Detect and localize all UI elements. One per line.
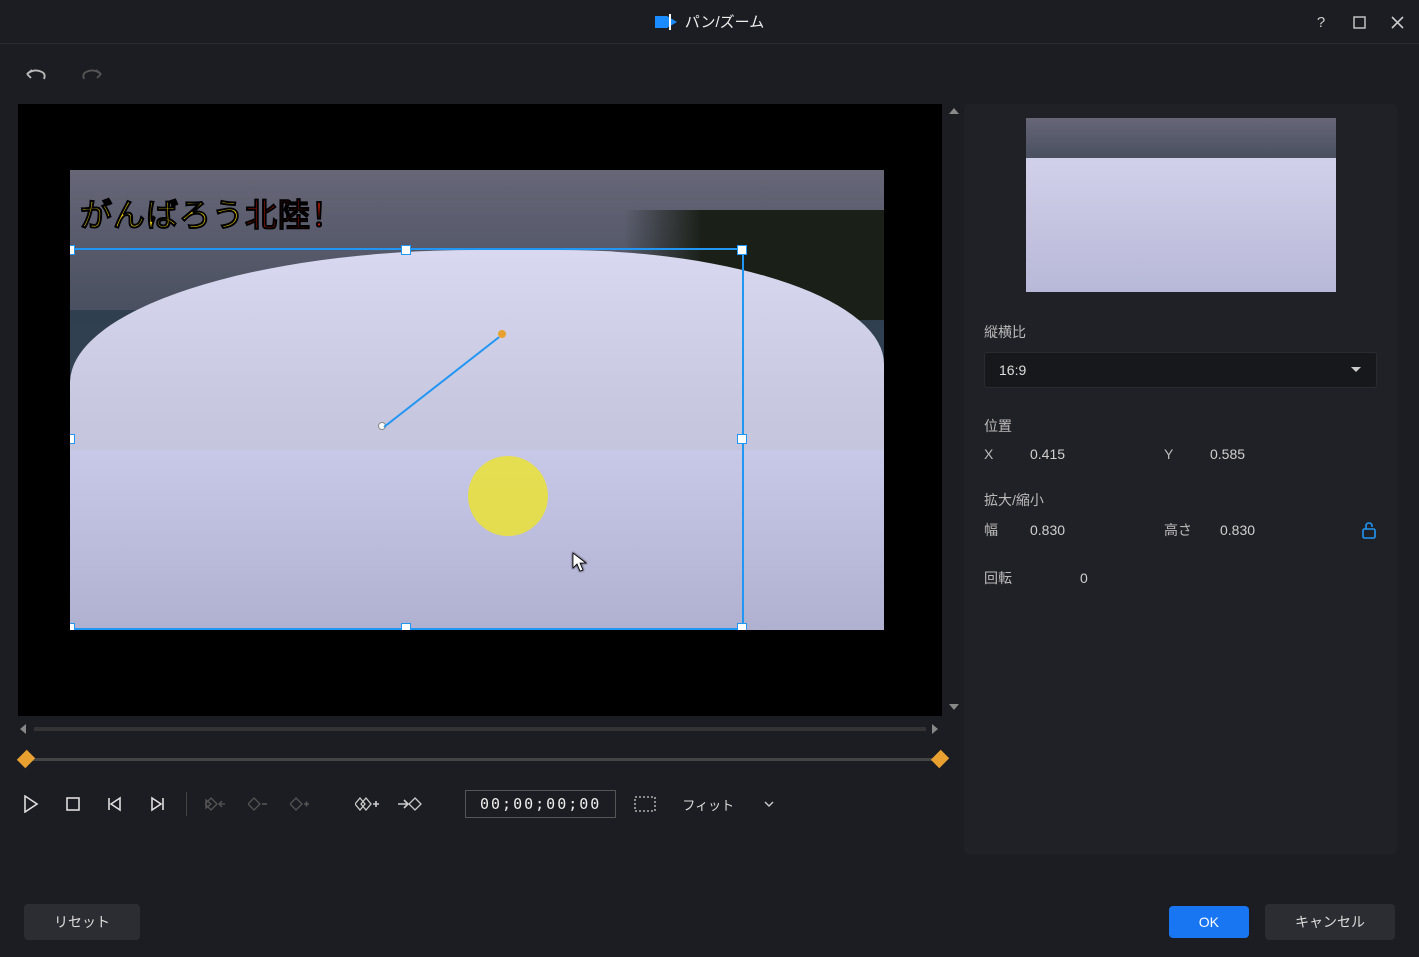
preview-hscroll[interactable] [18,722,942,736]
preview-canvas[interactable]: がんばろう北陸！ [18,104,942,716]
width-label: 幅 [984,520,1018,540]
height-value[interactable]: 0.830 [1220,522,1280,538]
stop-button[interactable] [60,791,86,817]
handle-mr[interactable] [737,434,747,444]
overlay-text-2: 北陸！ [245,197,344,233]
title-bar: パン/ズーム ? [0,0,1419,44]
keyframe-next-button[interactable] [397,791,423,817]
handle-bl[interactable] [70,623,75,630]
svg-text:?: ? [1317,14,1325,30]
aspect-ratio-value: 16:9 [999,362,1026,378]
playback-bar: 00;00;00;00 フィット [18,784,948,824]
chevron-down-icon [764,801,774,807]
content-area: がんばろう北陸！ [0,44,1419,887]
redo-button[interactable] [78,64,106,84]
handle-br[interactable] [737,623,747,630]
cancel-button[interactable]: キャンセル [1265,904,1395,940]
chevron-down-icon [1350,366,1362,374]
safe-area-button[interactable] [632,791,658,817]
x-label: X [984,446,1018,462]
fit-dropdown-label: フィット [682,795,734,814]
y-value[interactable]: 0.585 [1210,446,1270,462]
keyframe-dup-left-button[interactable] [355,791,381,817]
selection-rect[interactable] [70,248,744,630]
fit-dropdown[interactable]: フィット [674,793,782,816]
aspect-ratio-label: 縦横比 [984,322,1377,342]
handle-bm[interactable] [401,623,411,630]
y-label: Y [1164,446,1198,462]
prev-frame-button[interactable] [102,791,128,817]
lock-aspect-button[interactable] [1361,521,1377,539]
overlay-text-1: がんばろう [80,197,245,233]
keyframe-slider[interactable] [18,748,948,770]
app-logo-icon [655,14,677,30]
hscroll-right-icon[interactable] [930,723,942,735]
thumbnail-preview [1026,118,1336,292]
keyframe-end[interactable] [931,749,949,767]
ok-button[interactable]: OK [1169,906,1249,938]
motion-end-point[interactable] [498,330,506,338]
vscroll-up-icon[interactable] [948,106,960,118]
next-frame-button[interactable] [144,791,170,817]
handle-ml[interactable] [70,434,75,444]
maximize-button[interactable] [1349,12,1369,32]
play-button[interactable] [18,791,44,817]
width-value[interactable]: 0.830 [1030,522,1090,538]
keyframe-start[interactable] [17,749,35,767]
window-title: パン/ズーム [685,11,764,32]
highlight-circle[interactable] [468,456,548,536]
aspect-ratio-dropdown[interactable]: 16:9 [984,352,1377,388]
footer-bar: リセット OK キャンセル [0,887,1419,957]
rotation-label: 回転 [984,568,1028,588]
keyframe-remove-button[interactable] [245,791,271,817]
cursor-icon [572,552,588,572]
position-label: 位置 [984,416,1377,436]
undo-button[interactable] [22,64,50,84]
close-button[interactable] [1387,12,1407,32]
reset-button[interactable]: リセット [24,904,140,940]
handle-tr[interactable] [737,245,747,255]
help-button[interactable]: ? [1311,12,1331,32]
rotation-value[interactable]: 0 [1080,570,1140,586]
hscroll-left-icon[interactable] [18,723,30,735]
scale-label: 拡大/縮小 [984,490,1377,510]
keyframe-add-button[interactable] [287,791,313,817]
timecode-field[interactable]: 00;00;00;00 [465,790,616,818]
keyframe-prev-button[interactable] [203,791,229,817]
overlay-text: がんばろう北陸！ [80,190,344,236]
vscroll-down-icon[interactable] [948,702,960,714]
preview-image[interactable]: がんばろう北陸！ [70,170,884,630]
x-value[interactable]: 0.415 [1030,446,1090,462]
handle-tl[interactable] [70,245,75,255]
properties-panel: 縦横比 16:9 位置 X 0.415 Y 0.585 拡大/縮小 幅 0.83… [964,104,1397,854]
handle-tm[interactable] [401,245,411,255]
height-label: 高さ [1164,520,1208,540]
